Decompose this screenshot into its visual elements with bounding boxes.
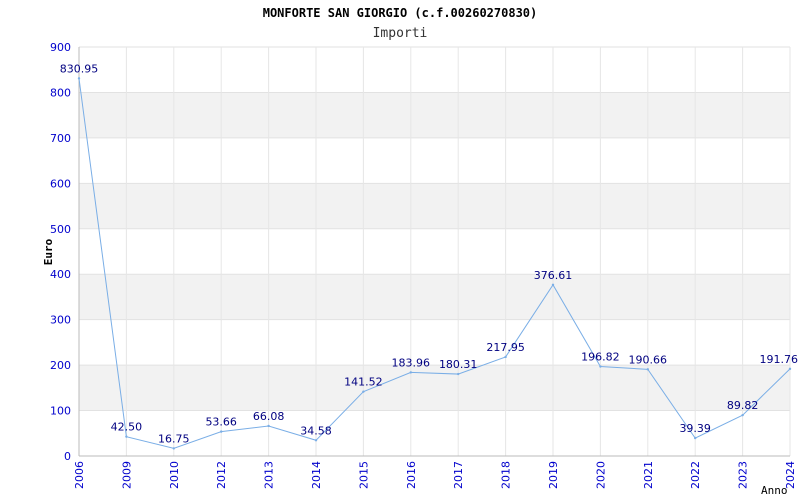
x-tick-label: 2019: [547, 461, 560, 489]
data-point: [267, 424, 270, 428]
y-tick-label: 400: [50, 268, 71, 281]
x-tick-label: 2021: [642, 461, 655, 489]
data-label: 376.61: [534, 269, 573, 282]
y-tick-label: 200: [50, 359, 71, 372]
y-axis-label: Euro: [42, 238, 55, 265]
data-label: 141.52: [344, 376, 383, 389]
data-point: [551, 283, 555, 287]
y-tick-label: 600: [50, 177, 71, 190]
y-tick-label: 0: [64, 450, 71, 463]
data-label: 39.39: [679, 422, 711, 435]
x-tick-label: 2016: [405, 461, 418, 489]
data-label: 34.58: [300, 424, 332, 437]
data-point: [125, 435, 128, 438]
data-label: 190.66: [629, 353, 668, 366]
x-tick-label: 2014: [310, 461, 323, 489]
data-point: [77, 77, 81, 80]
x-tick-label: 2013: [263, 461, 276, 489]
x-axis-label: Anno: [761, 484, 788, 497]
data-label: 180.31: [439, 358, 478, 371]
x-tick-label: 2010: [168, 461, 181, 489]
x-tick-label: 2023: [737, 461, 750, 489]
data-point: [694, 436, 697, 440]
data-label: 191.76: [760, 353, 799, 366]
data-point: [504, 355, 507, 359]
x-tick-label: 2006: [73, 461, 86, 489]
data-label: 183.96: [392, 356, 431, 369]
data-label: 830.95: [60, 62, 99, 75]
data-label: 217.95: [486, 341, 525, 354]
data-point: [599, 365, 602, 368]
data-label: 89.82: [727, 399, 759, 412]
data-label: 53.66: [205, 416, 237, 429]
x-tick-labels: 2006 2009 2010 2012 2013 2014 2015 2016 2017 2018…: [73, 461, 797, 489]
data-label: 66.08: [253, 410, 285, 423]
grid-band: [79, 274, 790, 320]
data-label: 196.82: [581, 351, 620, 364]
x-tick-label: 2012: [215, 461, 228, 489]
y-tick-label: 500: [50, 223, 71, 236]
data-point: [741, 413, 744, 417]
line-chart: 0 100 200 300 400 500 600 700 800 900 2006 2009 201…: [42, 6, 799, 497]
chart-subtitle: Importi: [373, 26, 428, 41]
data-point: [172, 447, 175, 450]
x-tick-label: 2020: [594, 461, 607, 489]
y-tick-label: 300: [50, 314, 71, 327]
data-label: 42.50: [111, 421, 143, 434]
chart-title: MONFORTE SAN GIORGIO (c.f.00260270830): [263, 6, 538, 20]
y-tick-label: 900: [50, 41, 71, 54]
data-point: [220, 430, 223, 433]
grid-bands: [79, 92, 790, 411]
grid-band: [79, 183, 790, 229]
grid-band: [79, 365, 790, 411]
grid-band: [79, 92, 790, 138]
x-tick-label: 2015: [357, 461, 370, 489]
x-tick-label: 2022: [689, 461, 702, 489]
x-tick-label: 2018: [500, 461, 513, 489]
data-point: [646, 368, 649, 371]
data-point: [409, 371, 412, 374]
data-point: [788, 367, 792, 371]
data-point: [314, 439, 318, 442]
x-tick-label: 2009: [120, 461, 133, 489]
data-point: [457, 372, 460, 376]
y-tick-label: 100: [50, 405, 71, 418]
y-tick-label: 800: [50, 86, 71, 99]
data-point: [362, 390, 365, 393]
data-label: 16.75: [158, 432, 190, 445]
x-tick-label: 2017: [452, 461, 465, 489]
y-tick-label: 700: [50, 132, 71, 145]
